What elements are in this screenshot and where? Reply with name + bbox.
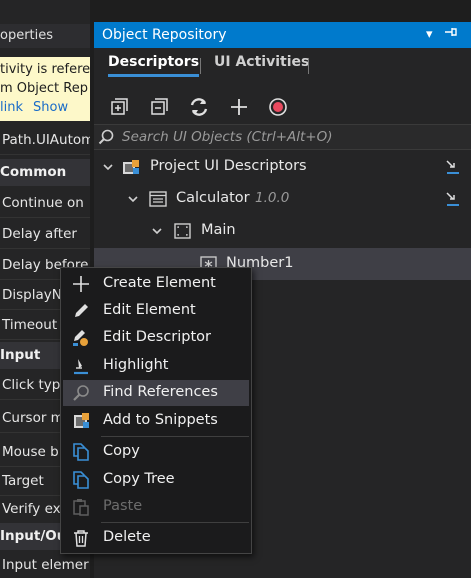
info-show-link[interactable]: Show xyxy=(33,100,68,115)
refresh-icon[interactable] xyxy=(186,94,212,120)
paste-icon xyxy=(71,497,91,517)
pin-icon[interactable] xyxy=(444,22,458,48)
magnifier-icon xyxy=(71,383,91,403)
prop-continue-on[interactable]: Continue on xyxy=(0,189,90,218)
project-library-icon xyxy=(122,159,140,175)
search-icon xyxy=(98,129,114,149)
chevron-down-icon[interactable] xyxy=(102,161,114,173)
repository-toolbar xyxy=(94,92,471,122)
menu-item-copy[interactable]: Copy xyxy=(63,439,249,465)
menu-item-add-to-snippets[interactable]: Add to Snippets xyxy=(63,408,249,434)
highlight-icon xyxy=(71,356,91,376)
menu-item-find-references[interactable]: Find References xyxy=(63,380,249,406)
tree-label-app: Calculator xyxy=(176,190,250,206)
collapse-all-icon[interactable] xyxy=(146,94,172,120)
repository-header: Object Repository ▾ xyxy=(94,22,471,48)
highlight-target-icon[interactable] xyxy=(445,191,461,207)
repository-title: Object Repository xyxy=(102,27,227,43)
properties-info-banner: tivity is refere m Object Rep link Show xyxy=(0,57,90,121)
tab-separator xyxy=(308,58,309,74)
prop-input-element[interactable]: Input elemer xyxy=(0,551,90,578)
menu-item-edit-element[interactable]: Edit Element xyxy=(63,298,249,324)
expand-all-icon[interactable] xyxy=(106,94,132,120)
chevron-down-icon[interactable] xyxy=(127,193,139,205)
copy-tree-icon xyxy=(71,470,91,490)
tree-label-project: Project UI Descriptors xyxy=(150,158,307,174)
path-row[interactable]: Path.UIAutom xyxy=(0,126,90,155)
context-menu: Create Element Edit Element Edit Descrip… xyxy=(60,267,252,554)
chevron-down-icon[interactable] xyxy=(151,225,163,237)
info-link[interactable]: link xyxy=(0,100,23,115)
category-common[interactable]: Common xyxy=(0,159,90,186)
pencil-icon xyxy=(71,301,91,321)
tree-item-app[interactable]: Calculator 1.0.0 xyxy=(94,183,471,215)
info-line-1: tivity is refere xyxy=(0,62,90,77)
tab-ui-activities[interactable]: UI Activities xyxy=(214,54,309,74)
menu-item-paste: Paste xyxy=(63,494,249,520)
prop-delay-after[interactable]: Delay after xyxy=(0,220,90,249)
menu-item-copy-tree[interactable]: Copy Tree xyxy=(63,467,249,493)
edit-descriptor-icon xyxy=(71,328,91,348)
application-window-icon xyxy=(149,191,167,207)
panel-menu-icon[interactable]: ▾ xyxy=(426,22,433,48)
plus-icon xyxy=(71,274,91,294)
tab-separator xyxy=(200,58,201,74)
info-line-2: m Object Rep xyxy=(0,81,88,96)
menu-item-create-element[interactable]: Create Element xyxy=(63,271,249,297)
properties-title: operties xyxy=(0,24,90,48)
tree-item-project[interactable]: Project UI Descriptors xyxy=(94,151,471,183)
tree-item-screen[interactable]: Main xyxy=(94,215,471,247)
snippets-icon xyxy=(71,411,91,431)
tree-label-screen: Main xyxy=(201,222,236,238)
record-icon[interactable] xyxy=(265,94,291,120)
copy-icon xyxy=(71,442,91,462)
menu-separator xyxy=(101,522,249,523)
search-bar xyxy=(94,124,471,150)
menu-item-delete[interactable]: Delete xyxy=(63,525,249,551)
add-icon[interactable] xyxy=(226,94,252,120)
trash-icon xyxy=(71,528,91,548)
highlight-target-icon[interactable] xyxy=(445,159,461,175)
repository-tabs: Descriptors UI Activities xyxy=(94,50,471,80)
search-input[interactable] xyxy=(120,127,460,147)
menu-item-highlight[interactable]: Highlight xyxy=(63,353,249,379)
screen-frame-icon xyxy=(174,223,192,239)
menu-item-edit-descriptor[interactable]: Edit Descriptor xyxy=(63,325,249,351)
app-version: 1.0.0 xyxy=(255,190,290,206)
tab-descriptors[interactable]: Descriptors xyxy=(108,54,200,77)
menu-separator xyxy=(101,436,249,437)
